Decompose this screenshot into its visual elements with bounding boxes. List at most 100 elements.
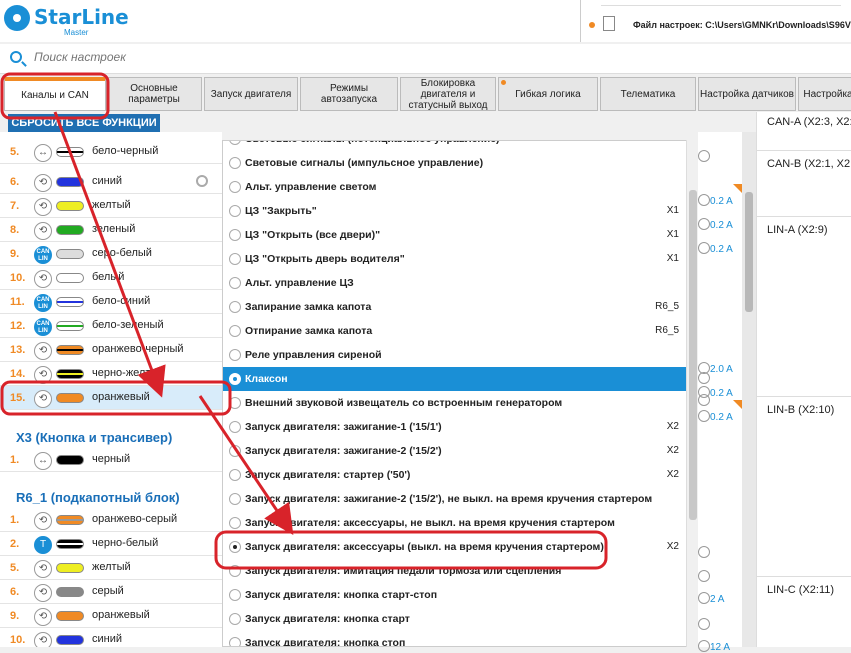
- current-toggle-icon[interactable]: [698, 242, 710, 254]
- tab-telematics[interactable]: Телематика: [600, 77, 696, 111]
- current-toggle-icon[interactable]: [698, 592, 710, 604]
- dropdown-option[interactable]: Запуск двигателя: аксессуары, не выкл. н…: [223, 511, 687, 535]
- wire-row[interactable]: 5. ↔ бело-черный: [0, 140, 222, 164]
- reset-all-button[interactable]: СБРОСИТЬ ВСЕ ФУНКЦИИ: [8, 114, 160, 132]
- wire-mode-icon[interactable]: ↔: [34, 452, 52, 470]
- wire-mode-icon[interactable]: ⟲: [34, 390, 52, 408]
- radio-button[interactable]: [229, 613, 241, 625]
- dropdown-scrollbar[interactable]: [686, 140, 698, 647]
- current-toggle-icon[interactable]: [698, 218, 710, 230]
- current-toggle-icon[interactable]: [698, 394, 710, 406]
- current-toggle-icon[interactable]: [698, 640, 710, 652]
- wire-mode-icon[interactable]: ⟲: [34, 198, 52, 216]
- wire-row[interactable]: 15. ⟲ оранжевый: [0, 386, 222, 410]
- dropdown-option[interactable]: Клаксон: [223, 367, 687, 391]
- radio-button[interactable]: [229, 589, 241, 601]
- radio-button[interactable]: [229, 373, 241, 385]
- dropdown-option[interactable]: ЦЗ "Открыть дверь водителя" X1: [223, 247, 687, 271]
- wire-mode-icon[interactable]: ⟲: [34, 222, 52, 240]
- wire-row[interactable]: 13. ⟲ оранжево-черный: [0, 338, 222, 362]
- wire-row[interactable]: 9. CAN LIN серо-белый: [0, 242, 222, 266]
- wire-row[interactable]: 7. ⟲ желтый: [0, 194, 222, 218]
- dropdown-option[interactable]: Отпирание замка капота R6_5: [223, 319, 687, 343]
- wire-mode-icon[interactable]: ⟲: [34, 270, 52, 288]
- wire-mode-icon[interactable]: ⟲: [34, 342, 52, 360]
- radio-button[interactable]: [229, 445, 241, 457]
- wire-row[interactable]: 6. ⟲ синий: [0, 170, 222, 194]
- wire-row[interactable]: 12. CAN LIN бело-зеленый: [0, 314, 222, 338]
- wire-mode-icon[interactable]: ⟲: [34, 584, 52, 602]
- wire-row[interactable]: 10. ⟲ синий: [0, 628, 222, 647]
- can-lin-icon[interactable]: CAN LIN: [34, 294, 52, 312]
- radio-button[interactable]: [229, 637, 241, 646]
- radio-button[interactable]: [229, 325, 241, 337]
- wire-row[interactable]: 1. ↔ черный: [0, 448, 222, 472]
- dropdown-option[interactable]: Альт. управление светом: [223, 175, 687, 199]
- current-toggle-icon[interactable]: [698, 150, 710, 162]
- current-toggle-icon[interactable]: [698, 194, 710, 206]
- wire-mode-icon[interactable]: ⟲: [34, 608, 52, 626]
- radio-button[interactable]: [229, 565, 241, 577]
- wire-mode-icon[interactable]: ↔: [34, 144, 52, 162]
- dropdown-option[interactable]: Запирание замка капота R6_5: [223, 295, 687, 319]
- tab-basic-params[interactable]: Основные параметры: [106, 77, 202, 111]
- tab-more[interactable]: Настройка: [798, 77, 851, 111]
- radio-button[interactable]: [229, 517, 241, 529]
- dropdown-option[interactable]: Запуск двигателя: зажигание-2 ('15/2') X2: [223, 439, 687, 463]
- wire-row[interactable]: 2. Tчерно-белый: [0, 532, 222, 556]
- tab-sensors[interactable]: Настройка датчиков: [698, 77, 796, 111]
- radio-button[interactable]: [229, 349, 241, 361]
- main-scrollbar[interactable]: [742, 132, 756, 647]
- dropdown-option[interactable]: ЦЗ "Закрыть" X1: [223, 199, 687, 223]
- radio-button[interactable]: [229, 205, 241, 217]
- search-input[interactable]: [34, 50, 534, 64]
- dropdown-option[interactable]: Запуск двигателя: зажигание-2 ('15/2'), …: [223, 487, 687, 511]
- current-toggle-icon[interactable]: [698, 410, 710, 422]
- wire-row[interactable]: 6. ⟲ серый: [0, 580, 222, 604]
- wire-row[interactable]: 5. ⟲ желтый: [0, 556, 222, 580]
- current-toggle-icon[interactable]: [698, 618, 710, 630]
- radio-button[interactable]: [229, 469, 241, 481]
- wire-row[interactable]: 9. ⟲ оранжевый: [0, 604, 222, 628]
- dropdown-option[interactable]: Запуск двигателя: зажигание-1 ('15/1') X2: [223, 415, 687, 439]
- current-toggle-icon[interactable]: [698, 546, 710, 558]
- dropdown-option[interactable]: Реле управления сиреной: [223, 343, 687, 367]
- wire-row[interactable]: 14. ⟲ черно-желтый: [0, 362, 222, 386]
- tab-flex-logic[interactable]: Гибкая логика: [498, 77, 598, 111]
- wire-mode-icon[interactable]: ⟲: [34, 366, 52, 384]
- radio-button[interactable]: [229, 229, 241, 241]
- radio-button[interactable]: [229, 541, 241, 553]
- dropdown-option[interactable]: Запуск двигателя: кнопка старт-стоп: [223, 583, 687, 607]
- dropdown-option[interactable]: Запуск двигателя: имитация педали тормоз…: [223, 559, 687, 583]
- wire-row[interactable]: 8. ⟲ зеленый: [0, 218, 222, 242]
- radio-button[interactable]: [229, 157, 241, 169]
- dropdown-option[interactable]: Внешний звуковой извещатель со встроенны…: [223, 391, 687, 415]
- radio-button[interactable]: [229, 301, 241, 313]
- can-lin-icon[interactable]: CAN LIN: [34, 246, 52, 264]
- wire-row[interactable]: 11. CAN LIN бело-синий: [0, 290, 222, 314]
- radio-button[interactable]: [229, 493, 241, 505]
- wire-row[interactable]: 1. ⟲ оранжево-серый: [0, 508, 222, 532]
- can-lin-icon[interactable]: CAN LIN: [34, 318, 52, 336]
- dropdown-option[interactable]: Световые сигналы (потенциальное управлен…: [223, 141, 687, 151]
- wire-mode-icon[interactable]: ⟲: [34, 560, 52, 578]
- tab-channels-can[interactable]: Каналы и CAN: [4, 77, 106, 111]
- dropdown-option[interactable]: Запуск двигателя: стартер ('50') X2: [223, 463, 687, 487]
- scrollbar-thumb[interactable]: [745, 192, 753, 312]
- radio-button[interactable]: [229, 141, 241, 145]
- wire-mode-icon[interactable]: T: [34, 536, 52, 554]
- dropdown-option[interactable]: Запуск двигателя: аксессуары (выкл. на в…: [223, 535, 687, 559]
- radio-button[interactable]: [229, 181, 241, 193]
- tab-engine-block[interactable]: Блокировка двигателя и статусный выход: [400, 77, 496, 111]
- radio-button[interactable]: [229, 277, 241, 289]
- current-toggle-icon[interactable]: [698, 372, 710, 384]
- current-toggle-icon[interactable]: [698, 570, 710, 582]
- scrollbar-thumb[interactable]: [689, 190, 697, 520]
- dropdown-option[interactable]: Световые сигналы (импульсное управление): [223, 151, 687, 175]
- dropdown-option[interactable]: Запуск двигателя: кнопка старт: [223, 607, 687, 631]
- tab-engine-start[interactable]: Запуск двигателя: [204, 77, 298, 111]
- radio-button[interactable]: [229, 253, 241, 265]
- dropdown-option[interactable]: ЦЗ "Открыть (все двери)" X1: [223, 223, 687, 247]
- settings-icon[interactable]: [196, 175, 208, 187]
- wire-mode-icon[interactable]: ⟲: [34, 174, 52, 192]
